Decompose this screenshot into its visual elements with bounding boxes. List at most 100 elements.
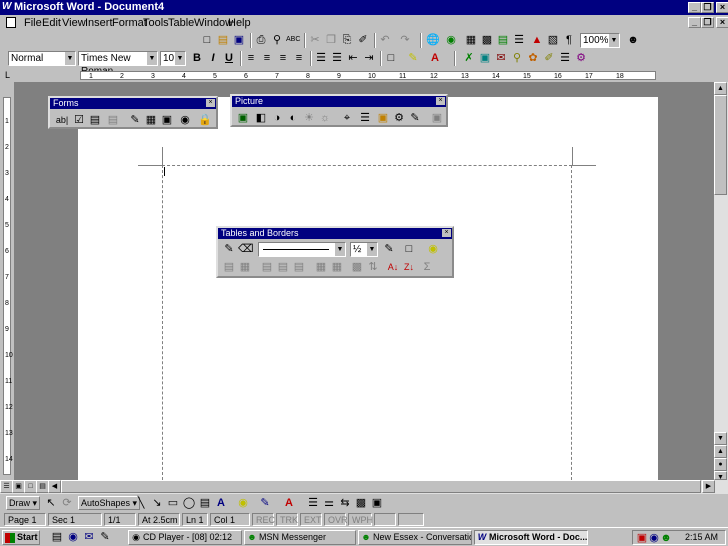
dash-style-icon[interactable]: ⚌ — [322, 496, 336, 510]
drawing-icon[interactable]: ▲ — [530, 33, 544, 47]
task-msn-messenger[interactable]: ☻ MSN Messenger — [244, 530, 356, 545]
status-trk[interactable]: TRK — [276, 513, 298, 526]
oval-icon[interactable]: ◯ — [182, 496, 196, 510]
line-weight-select[interactable]: ½ ▼ — [350, 242, 378, 257]
doc-restore-button[interactable]: ❐ — [701, 17, 714, 28]
insert-table-icon[interactable]: ▦ — [144, 113, 158, 127]
insert-hyperlink-icon[interactable]: 🌐 — [426, 33, 440, 47]
decrease-indent-icon[interactable]: ⇤ — [346, 51, 360, 65]
office-assistant-icon[interactable]: ☻ — [626, 33, 640, 47]
status-wph[interactable]: WPH — [348, 513, 373, 526]
align-center-icon[interactable]: ≡ — [260, 51, 274, 65]
bold-icon[interactable]: B — [190, 51, 204, 65]
font-color-icon[interactable]: A — [282, 496, 296, 510]
show-hide-icon[interactable]: ¶ — [562, 33, 576, 47]
text-wrapping-icon[interactable]: ▣ — [376, 111, 390, 125]
increase-indent-icon[interactable]: ⇥ — [362, 51, 376, 65]
web-tool-icon[interactable]: ▣ — [478, 51, 492, 65]
more-brightness-icon[interactable]: ☀ — [302, 111, 316, 125]
undo-icon[interactable]: ↶ — [378, 33, 392, 47]
highlight-icon[interactable]: ✎ — [406, 51, 420, 65]
close-button[interactable]: × — [716, 2, 728, 13]
chevron-down-icon[interactable]: ▼ — [174, 52, 185, 65]
justify-icon[interactable]: ≡ — [292, 51, 306, 65]
reset-picture-icon[interactable]: ▣ — [430, 111, 444, 125]
align-left-icon[interactable]: ≡ — [244, 51, 258, 65]
align-bottom-icon[interactable]: ▤ — [292, 260, 306, 274]
new-icon[interactable]: □ — [200, 33, 214, 47]
browser-icon[interactable]: ◉ — [66, 530, 80, 544]
crop-icon[interactable]: ⌖ — [340, 111, 354, 125]
scroll-thumb[interactable] — [714, 95, 727, 195]
scroll-right-icon[interactable]: ▶ — [702, 480, 715, 493]
wordart-icon[interactable]: ✿ — [526, 51, 540, 65]
align-top-icon[interactable]: ▤ — [260, 260, 274, 274]
line-icon[interactable]: ╲ — [134, 496, 148, 510]
scroll-left-icon[interactable]: ◀ — [48, 480, 61, 493]
save-icon[interactable]: ▣ — [232, 33, 246, 47]
menu-edit[interactable]: Edit — [42, 17, 61, 29]
tray-icon-3[interactable]: ☻ — [659, 531, 673, 545]
minimize-button[interactable]: _ — [688, 2, 701, 13]
text-form-field-icon[interactable]: ab| — [54, 113, 70, 127]
line-style-icon[interactable]: ☰ — [358, 111, 372, 125]
copy-icon[interactable]: ❐ — [324, 33, 338, 47]
print-preview-icon[interactable]: ⚲ — [270, 33, 284, 47]
text-box-icon[interactable]: ▤ — [198, 496, 212, 510]
distribute-columns-icon[interactable]: ▦ — [330, 260, 344, 274]
shadow-icon[interactable]: ▩ — [354, 496, 368, 510]
less-contrast-icon[interactable]: ◐ — [286, 111, 300, 125]
tab-selector[interactable]: L — [2, 70, 13, 81]
chevron-down-icon[interactable]: ▼ — [366, 243, 377, 256]
status-ext[interactable]: EXT — [300, 513, 322, 526]
document-icon[interactable] — [6, 17, 16, 28]
menu-table[interactable]: Table — [168, 17, 194, 29]
chevron-down-icon[interactable]: ▼ — [64, 52, 75, 65]
insert-picture-icon[interactable]: ▣ — [236, 111, 250, 125]
control-toolbox-icon[interactable]: ⚙ — [574, 51, 588, 65]
arrow-icon[interactable]: ↘ — [150, 496, 164, 510]
doc-close-button[interactable]: × — [716, 17, 728, 28]
free-rotate-icon[interactable]: ⟳ — [60, 496, 74, 510]
chevron-down-icon[interactable]: ▼ — [608, 34, 619, 47]
change-text-direction-icon[interactable]: ⇅ — [366, 260, 380, 274]
autosum-icon[interactable]: Σ — [420, 260, 434, 274]
line-style-select[interactable]: ▼ — [258, 242, 346, 257]
outlook-icon[interactable]: ✉ — [82, 530, 96, 544]
quick-launch-icon[interactable]: ✎ — [98, 530, 112, 544]
split-cells-icon[interactable]: ▦ — [238, 260, 252, 274]
search-icon[interactable]: ⚲ — [510, 51, 524, 65]
document-page[interactable] — [78, 97, 658, 480]
draw-table-icon[interactable]: ✎ — [128, 113, 142, 127]
arrow-style-icon[interactable]: ⇆ — [338, 496, 352, 510]
insert-frame-icon[interactable]: ▣ — [160, 113, 174, 127]
shading-color-icon[interactable]: ◉ — [426, 242, 440, 256]
center-vertically-icon[interactable]: ▤ — [276, 260, 290, 274]
print-icon[interactable]: ⎙ — [254, 33, 268, 47]
sort-descending-icon[interactable]: Z↓ — [402, 260, 416, 274]
3d-icon[interactable]: ▣ — [370, 496, 384, 510]
task-conversation[interactable]: ☻ New Essex - Conversation — [358, 530, 472, 545]
checkbox-form-field-icon[interactable]: ☑ — [72, 113, 86, 127]
horizontal-scroll-thumb[interactable] — [61, 480, 701, 493]
next-page-icon[interactable]: ▼ — [714, 471, 727, 481]
show-desktop-icon[interactable]: ▤ — [50, 530, 64, 544]
numbering-icon[interactable]: ☰ — [314, 51, 328, 65]
insert-table-icon[interactable]: ▩ — [480, 33, 494, 47]
style-select[interactable]: Normal ▼ — [8, 51, 76, 66]
document-map-icon[interactable]: ▧ — [546, 33, 560, 47]
outside-border-icon[interactable]: □ — [402, 242, 416, 256]
task-word[interactable]: W Microsoft Word - Doc... — [474, 530, 588, 545]
format-picture-icon[interactable]: ⚙ — [392, 111, 406, 125]
wordart-icon[interactable]: A — [214, 496, 228, 510]
insert-excel-icon[interactable]: ▤ — [496, 33, 510, 47]
underline-icon[interactable]: U — [222, 51, 236, 65]
open-icon[interactable]: ▤ — [216, 33, 230, 47]
less-brightness-icon[interactable]: ☼ — [318, 111, 332, 125]
task-cd-player[interactable]: ◉ CD Player - [08] 02:12 — [128, 530, 242, 545]
fill-color-icon[interactable]: ◉ — [236, 496, 250, 510]
distribute-rows-icon[interactable]: ▦ — [314, 260, 328, 274]
columns-icon[interactable]: ☰ — [512, 33, 526, 47]
scroll-up-icon[interactable]: ▲ — [714, 82, 727, 95]
drawing-tool-icon[interactable]: ✗ — [462, 51, 476, 65]
